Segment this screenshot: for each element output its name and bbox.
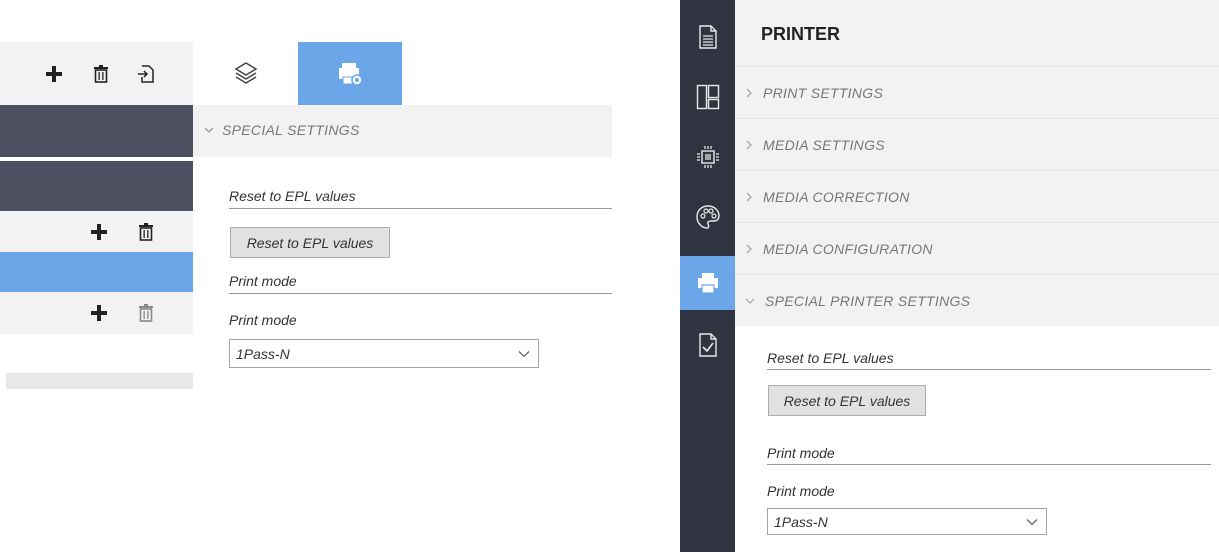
chevron-right-icon bbox=[745, 140, 753, 150]
chevron-down-icon bbox=[1026, 518, 1038, 526]
nav-layout[interactable] bbox=[680, 70, 735, 124]
section-print-settings[interactable]: PRINT SETTINGS bbox=[735, 66, 1219, 118]
plus-icon[interactable] bbox=[44, 64, 64, 84]
chevron-down-icon bbox=[204, 126, 214, 134]
import-icon[interactable] bbox=[136, 64, 156, 84]
nav-check-document[interactable] bbox=[680, 318, 735, 372]
group-divider bbox=[767, 369, 1211, 370]
document-icon bbox=[698, 25, 718, 49]
nav-printer[interactable] bbox=[680, 256, 735, 310]
group-divider bbox=[229, 293, 612, 294]
print-mode-select[interactable]: 1Pass-N bbox=[767, 508, 1047, 535]
layout-icon bbox=[696, 84, 720, 110]
group-divider bbox=[229, 208, 612, 209]
plus-icon[interactable] bbox=[89, 303, 109, 323]
print-mode-group-label: Print mode bbox=[767, 445, 835, 461]
horizontal-scrollbar[interactable] bbox=[6, 373, 193, 389]
chevron-right-icon bbox=[745, 192, 753, 202]
side-nav bbox=[680, 0, 735, 552]
trash-icon[interactable] bbox=[136, 303, 156, 323]
list-row-actions bbox=[0, 211, 193, 252]
list-row-selected[interactable] bbox=[0, 252, 193, 292]
nav-document[interactable] bbox=[680, 10, 735, 64]
palette-icon bbox=[695, 204, 721, 230]
right-header: PRINTER bbox=[735, 0, 1219, 66]
chevron-down-icon bbox=[745, 297, 755, 305]
printer-settings-icon bbox=[336, 60, 364, 88]
section-title: SPECIAL SETTINGS bbox=[222, 122, 360, 138]
section-label: MEDIA CORRECTION bbox=[763, 188, 910, 205]
print-mode-value: 1Pass-N bbox=[774, 513, 828, 530]
list-row-actions bbox=[0, 292, 193, 334]
section-label: SPECIAL PRINTER SETTINGS bbox=[765, 292, 971, 309]
trash-icon[interactable] bbox=[91, 64, 111, 84]
section-media-correction[interactable]: MEDIA CORRECTION bbox=[735, 170, 1219, 222]
print-mode-select[interactable]: 1Pass-N bbox=[229, 339, 539, 368]
trash-icon[interactable] bbox=[136, 222, 156, 242]
left-toolbar bbox=[0, 42, 193, 105]
print-mode-field-label: Print mode bbox=[767, 483, 835, 499]
reset-epl-button[interactable]: Reset to EPL values bbox=[768, 385, 926, 416]
section-label: MEDIA SETTINGS bbox=[763, 136, 885, 153]
section-label: MEDIA CONFIGURATION bbox=[763, 240, 933, 257]
reset-group-label: Reset to EPL values bbox=[229, 188, 356, 204]
print-mode-value: 1Pass-N bbox=[236, 345, 290, 362]
chevron-right-icon bbox=[745, 88, 753, 98]
nav-palette[interactable] bbox=[680, 190, 735, 244]
section-special-printer-settings[interactable]: SPECIAL PRINTER SETTINGS bbox=[735, 274, 1219, 326]
print-mode-group-label: Print mode bbox=[229, 273, 297, 289]
reset-group-label: Reset to EPL values bbox=[767, 350, 894, 366]
section-label: PRINT SETTINGS bbox=[763, 84, 884, 101]
reset-epl-button[interactable]: Reset to EPL values bbox=[230, 227, 390, 258]
printer-icon bbox=[696, 271, 720, 295]
section-media-settings[interactable]: MEDIA SETTINGS bbox=[735, 118, 1219, 170]
list-row-dark[interactable] bbox=[0, 161, 193, 211]
chevron-down-icon bbox=[518, 350, 530, 358]
group-divider bbox=[767, 464, 1211, 465]
nav-chip[interactable] bbox=[680, 130, 735, 184]
check-document-icon bbox=[698, 333, 718, 357]
layers-icon bbox=[233, 60, 259, 86]
chevron-right-icon bbox=[745, 244, 753, 254]
tab-printer-settings[interactable] bbox=[298, 42, 402, 105]
plus-icon[interactable] bbox=[89, 222, 109, 242]
print-mode-field-label: Print mode bbox=[229, 312, 297, 328]
special-settings-header[interactable]: SPECIAL SETTINGS bbox=[193, 105, 612, 157]
tab-layers[interactable] bbox=[193, 42, 298, 105]
section-media-configuration[interactable]: MEDIA CONFIGURATION bbox=[735, 222, 1219, 274]
list-row-dark[interactable] bbox=[0, 105, 193, 157]
chip-icon bbox=[695, 144, 721, 170]
page-title: PRINTER bbox=[761, 24, 841, 44]
